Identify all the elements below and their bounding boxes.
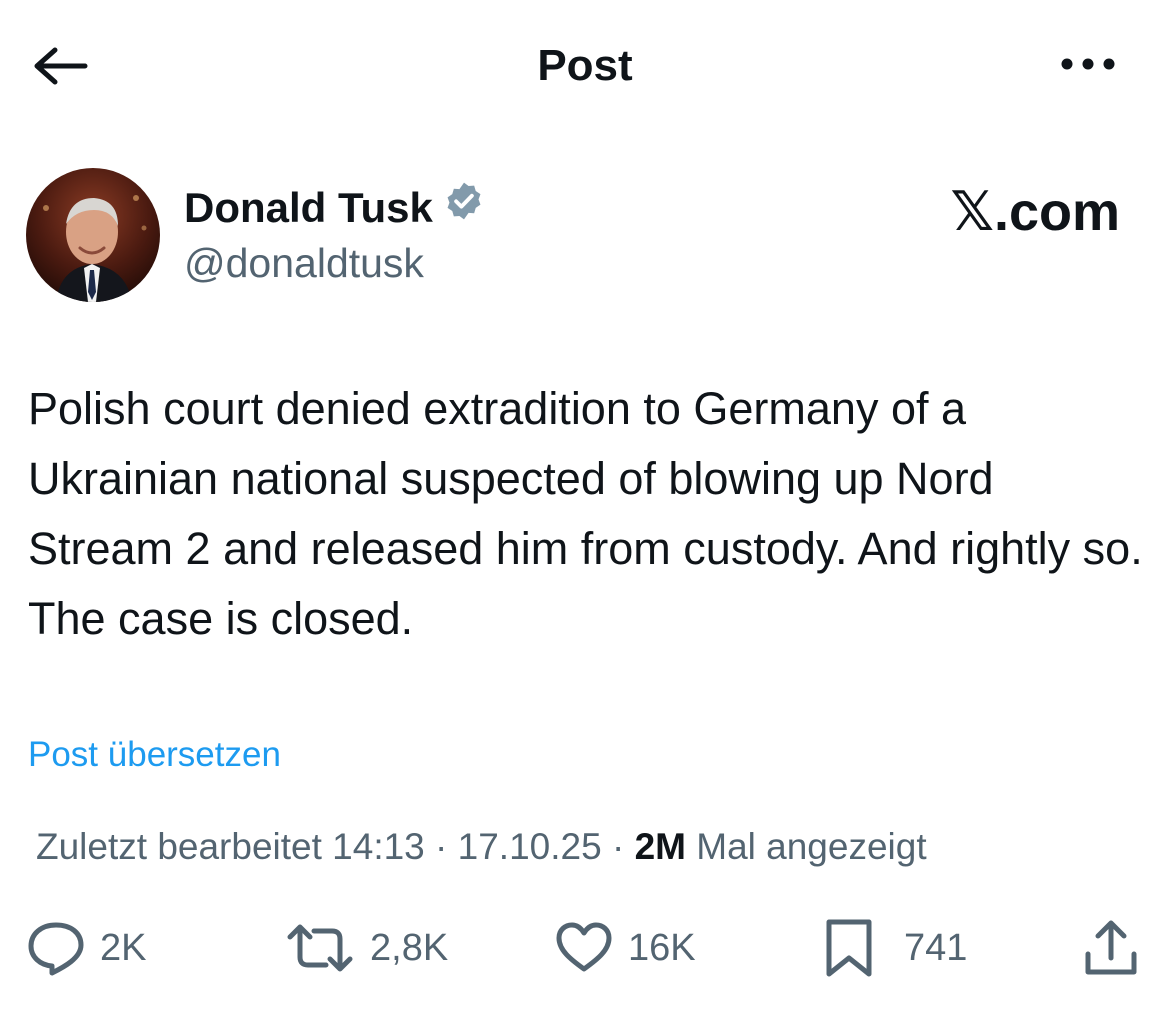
post-text: Polish court denied extradition to Germa… [28, 383, 1143, 644]
brand-domain: .com [993, 182, 1120, 242]
share-button[interactable] [1082, 916, 1140, 980]
views-label: Mal angezeigt [685, 826, 927, 867]
page-title: Post [537, 41, 633, 90]
reply-count: 2K [100, 926, 147, 969]
author-name[interactable]: Donald Tusk [184, 180, 485, 236]
like-button[interactable]: 16K [554, 916, 696, 980]
avatar[interactable] [26, 168, 160, 302]
heart-icon [554, 921, 614, 975]
repost-icon [284, 921, 356, 975]
author-handle[interactable]: @donaldtusk [184, 236, 424, 290]
reply-icon [26, 920, 86, 976]
views-count: 2M [634, 826, 686, 867]
translate-post-link[interactable]: Post übersetzen [28, 732, 281, 778]
meta-separator: · [601, 826, 635, 867]
xcom-watermark: 𝕏.com [920, 180, 1120, 243]
more-options-button[interactable] [1052, 44, 1124, 88]
like-count: 16K [628, 926, 696, 969]
author-name-label: Donald Tusk [184, 184, 433, 231]
share-icon [1082, 918, 1140, 978]
repost-button[interactable]: 2,8K [284, 916, 448, 980]
x-logo-icon: 𝕏 [950, 180, 994, 243]
repost-count: 2,8K [370, 926, 449, 969]
bookmark-count: 741 [904, 926, 968, 969]
bookmark-button[interactable]: 741 [822, 916, 967, 980]
edited-timestamp[interactable]: Zuletzt bearbeitet 14:13 · 17.10.25 [36, 826, 602, 867]
more-horizontal-icon [1060, 57, 1116, 76]
reply-button[interactable]: 2K [26, 916, 146, 980]
bookmark-icon [822, 918, 876, 978]
verified-badge-icon [443, 180, 485, 236]
post-meta: Zuletzt bearbeitet 14:13 · 17.10.25 · 2M… [36, 822, 927, 872]
